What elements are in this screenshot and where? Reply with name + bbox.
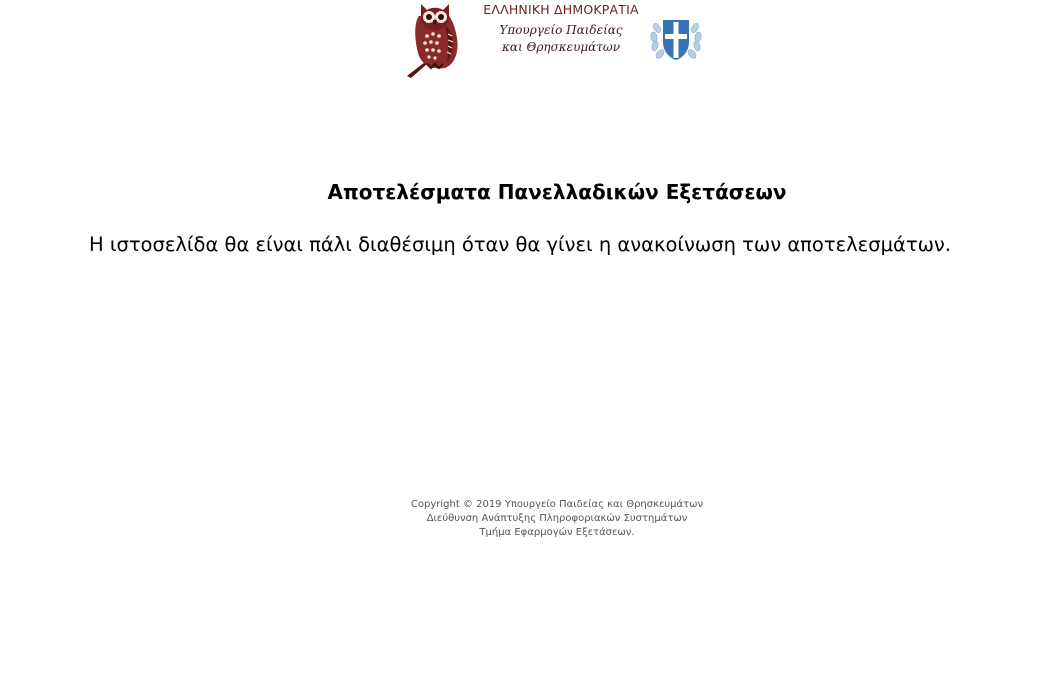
footer-directorate: Διεύθυνση Ανάπτυξης Πληροφοριακών Συστημ… [426,513,688,524]
government-name: ΕΛΛΗΝΙΚΗ ΔΗΜΟΚΡΑΤΙΑ [483,2,639,17]
ministry-header-logo: ΕΛΛΗΝΙΚΗ ΔΗΜΟΚΡΑΤΙΑ Υπουργείο Παιδείας κ… [405,0,705,80]
ministry-name-line1: Υπουργείο Παιδείας [499,22,623,37]
footer: Copyright © 2019 Υπουργείο Παιδείας και … [357,498,757,540]
unavailable-message: Η ιστοσελίδα θα είναι πάλι διαθέσιμη ότα… [89,233,951,256]
ministry-name-line2: και Θρησκευμάτων [502,39,620,54]
footer-copyright: Copyright © 2019 Υπουργείο Παιδείας και … [410,499,704,510]
page-title: Αποτελέσματα Πανελλαδικών Εξετάσεων [327,180,787,204]
ministry-name-block: ΕΛΛΗΝΙΚΗ ΔΗΜΟΚΡΑΤΙΑ Υπουργείο Παιδείας κ… [471,2,651,54]
greek-coat-of-arms-icon [650,20,702,60]
footer-department: Τμήμα Εφαρμογών Εξετάσεων. [479,527,635,538]
owl-logo-icon [407,4,458,78]
page: ΕΛΛΗΝΙΚΗ ΔΗΜΟΚΡΑΤΙΑ Υπουργείο Παιδείας κ… [0,0,1064,700]
